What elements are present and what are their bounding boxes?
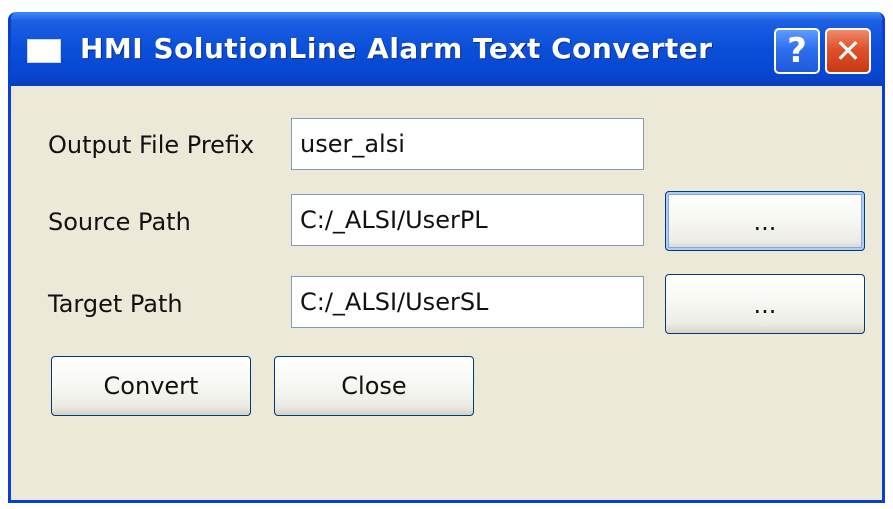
converter-window: HMI SolutionLine Alarm Text Converter ? … [8, 12, 885, 503]
target-browse-button[interactable]: ... [665, 274, 865, 334]
target-path-input[interactable] [291, 276, 644, 328]
convert-button[interactable]: Convert [51, 356, 251, 416]
source-browse-button[interactable]: ... [665, 191, 865, 251]
output-prefix-input[interactable] [291, 118, 644, 170]
target-path-label: Target Path [48, 290, 183, 318]
help-icon: ? [787, 31, 807, 71]
source-path-input[interactable] [291, 194, 644, 246]
help-button[interactable]: ? [774, 28, 820, 74]
close-window-button[interactable]: ✕ [825, 28, 871, 74]
close-button[interactable]: Close [274, 356, 474, 416]
source-path-label: Source Path [48, 208, 191, 236]
window-title: HMI SolutionLine Alarm Text Converter [80, 32, 713, 65]
close-icon: ✕ [834, 32, 862, 70]
window-icon [27, 39, 61, 63]
title-bar[interactable]: HMI SolutionLine Alarm Text Converter ? … [11, 12, 882, 86]
output-prefix-label: Output File Prefix [48, 131, 255, 159]
